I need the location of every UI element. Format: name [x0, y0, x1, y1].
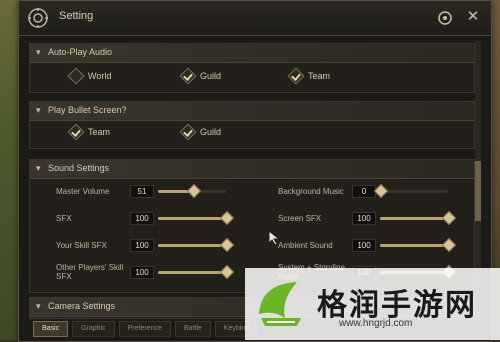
slider-handle[interactable]: [186, 183, 201, 199]
slider-fill: [380, 244, 448, 247]
slider-fill: [158, 271, 226, 274]
slider-handle[interactable]: [441, 237, 457, 253]
your-skill-sfx-slider[interactable]: [158, 237, 235, 253]
sfx-label: SFX: [56, 214, 72, 223]
title-bar: Setting ✕: [19, 1, 491, 36]
master-volume-label: Master Volume: [56, 187, 110, 196]
checkbox-label: World: [88, 71, 112, 81]
checkbox-label: Guild: [200, 71, 222, 81]
your-skill-sfx-label: Your Skill SFX: [56, 241, 107, 250]
section-header-autoplay[interactable]: ▾ Auto-Play Audio: [30, 44, 474, 63]
section-title-sound: Sound Settings: [48, 163, 110, 173]
screen-sfx-label: Screen SFX: [278, 214, 322, 223]
scrollbar-thumb[interactable]: [475, 161, 481, 221]
background-music-slider[interactable]: [373, 183, 448, 199]
checkbox-label: Guild: [200, 127, 222, 137]
master-volume-slider[interactable]: [158, 183, 226, 199]
sfx-slider[interactable]: [158, 210, 235, 226]
window-title: Setting: [59, 10, 94, 22]
help-icon[interactable]: [437, 10, 453, 26]
ambient-sound-value[interactable]: 100: [352, 239, 376, 252]
chevron-down-icon: ▾: [36, 301, 41, 311]
other-players-skill-sfx-label: Other Players' Skill SFX: [56, 263, 124, 281]
section-title-camera: Camera Settings: [48, 301, 116, 311]
your-skill-sfx-value[interactable]: 100: [130, 239, 154, 252]
slider-handle[interactable]: [219, 264, 235, 280]
slider-fill: [380, 217, 448, 220]
background-music-label: Background Music: [278, 187, 344, 196]
watermark-url: www.hngrjd.com: [339, 318, 413, 329]
section-header-bullet[interactable]: ▾ Play Bullet Screen?: [30, 102, 474, 121]
ambient-sound-label: Ambient Sound: [278, 241, 333, 250]
screen-sfx-value[interactable]: 100: [352, 212, 376, 225]
slider-fill: [158, 217, 226, 220]
other-players-skill-sfx-slider[interactable]: [158, 264, 235, 280]
checkbox-bullet-guild[interactable]: Guild: [179, 123, 222, 141]
tab-battle[interactable]: Battle: [174, 321, 211, 337]
checkbox-checked-icon: [179, 123, 197, 141]
checkbox-guild[interactable]: Guild: [179, 67, 222, 85]
checkbox-world[interactable]: World: [67, 67, 112, 85]
mouse-cursor-icon: [268, 230, 281, 246]
checkbox-checked-icon: [287, 67, 305, 85]
gear-icon: [28, 8, 48, 28]
section-header-sound[interactable]: ▾ Sound Settings: [30, 160, 474, 179]
checkbox-bullet-team[interactable]: Team: [67, 123, 111, 141]
section-title-bullet: Play Bullet Screen?: [48, 105, 127, 115]
tab-preference[interactable]: Preference: [118, 321, 171, 337]
slider-fill: [158, 244, 226, 247]
settings-tabs: Basic Graphic Preference Battle Keybind: [33, 321, 259, 337]
checkbox-checked-icon: [179, 67, 197, 85]
checkbox-label: Team: [308, 71, 331, 81]
master-volume-value[interactable]: 51: [130, 185, 154, 198]
checkbox-checked-icon: [67, 123, 85, 141]
ambient-sound-slider[interactable]: [380, 237, 457, 253]
checkbox-team[interactable]: Team: [287, 67, 331, 85]
other-players-skill-sfx-value[interactable]: 100: [130, 266, 154, 279]
close-icon[interactable]: ✕: [465, 9, 481, 25]
slider-handle[interactable]: [219, 237, 235, 253]
slider-handle[interactable]: [373, 183, 389, 199]
screen-sfx-slider[interactable]: [380, 210, 457, 226]
checkbox-icon: [67, 67, 85, 85]
watermark-logo-icon: [259, 282, 301, 326]
chevron-down-icon: ▾: [36, 105, 41, 115]
slider-handle[interactable]: [219, 210, 235, 226]
chevron-down-icon: ▾: [36, 47, 41, 57]
checkbox-label: Team: [88, 127, 111, 137]
background-music-value[interactable]: 0: [352, 185, 376, 198]
section-autoplay-audio: ▾ Auto-Play Audio World Guild Team: [29, 43, 475, 93]
tab-basic[interactable]: Basic: [33, 321, 69, 337]
slider-handle[interactable]: [441, 210, 457, 226]
tab-graphic[interactable]: Graphic: [72, 321, 115, 337]
watermark: 格润手游网 www.hngrjd.com: [245, 268, 500, 340]
section-title-autoplay: Auto-Play Audio: [48, 47, 113, 57]
section-bullet-screen: ▾ Play Bullet Screen? Team Guild: [29, 101, 475, 149]
chevron-down-icon: ▾: [36, 163, 41, 173]
sfx-value[interactable]: 100: [130, 212, 154, 225]
